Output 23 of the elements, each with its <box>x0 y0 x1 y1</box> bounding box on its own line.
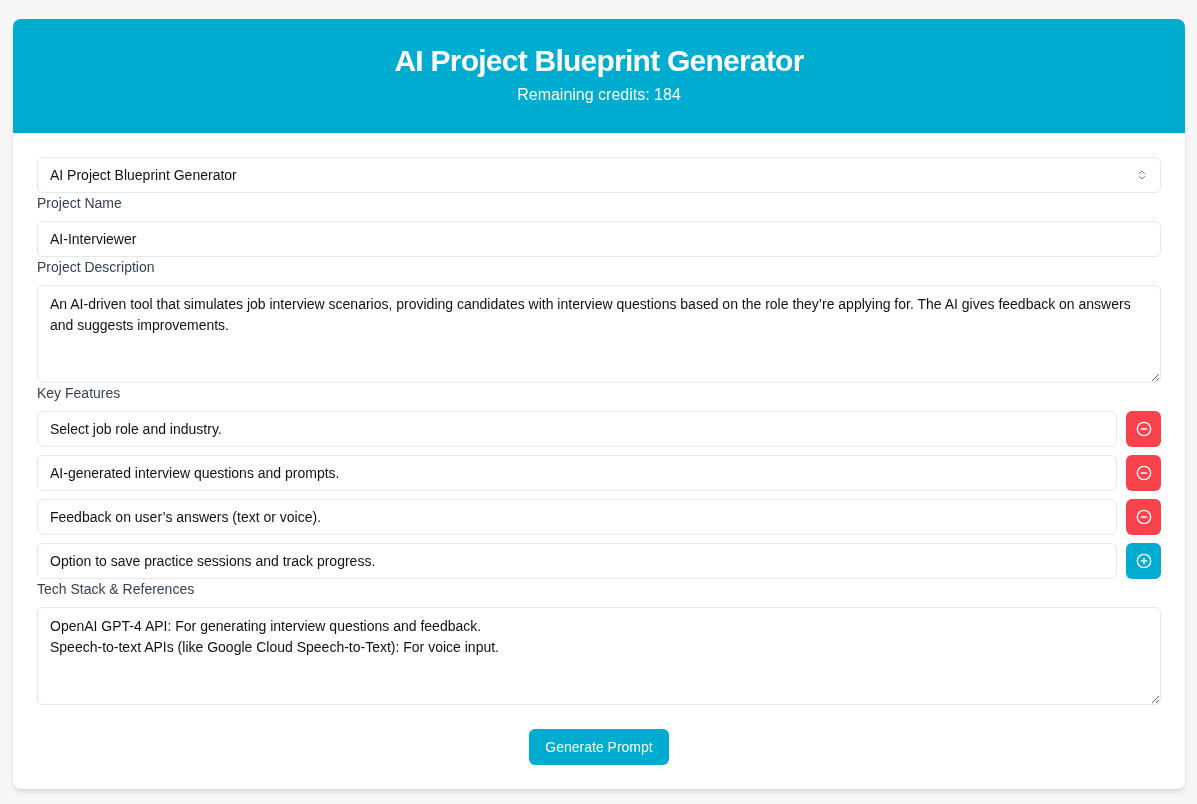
input-field[interactable]: Select job role and industry. <box>37 411 1117 447</box>
input-field[interactable]: Option to save practice sessions and track progress. <box>37 543 1117 579</box>
minus-circle-icon <box>1135 465 1152 481</box>
field-label: Key Features <box>37 385 122 401</box>
remove-button[interactable] <box>1126 455 1161 491</box>
minus-circle-icon <box>1135 509 1152 525</box>
chevron-updown-icon <box>1136 169 1148 181</box>
field-label: Tech Stack & References <box>37 581 196 597</box>
input-field[interactable]: AI-generated interview questions and prompts. <box>37 455 1117 491</box>
text-area[interactable]: OpenAI GPT-4 API: For generating interview questions and feedback. Speech-to-text APIs (like Google Cloud Speech-to-Text): For voice input. <box>37 607 1161 705</box>
input-field[interactable]: AI-Interviewer <box>37 221 1161 257</box>
text-area[interactable]: An AI-driven tool that simulates job interview scenarios, providing candidates with interview questions based on the role they’re applying for. The AI gives feedback on answers and suggests improvements. <box>37 285 1161 383</box>
minus-circle-icon <box>1135 421 1152 437</box>
credits-text: Remaining credits: 184 <box>517 85 681 105</box>
remove-button[interactable] <box>1126 499 1161 535</box>
remove-button[interactable] <box>1126 411 1161 447</box>
page-title: AI Project Blueprint Generator <box>394 43 804 79</box>
plus-circle-icon <box>1135 553 1152 569</box>
field-label: Project Description <box>37 259 156 275</box>
field-label: Project Name <box>37 195 123 211</box>
add-button[interactable] <box>1126 543 1161 579</box>
template-select[interactable]: AI Project Blueprint Generator <box>37 157 1161 193</box>
input-field[interactable]: Feedback on user’s answers (text or voice). <box>37 499 1117 535</box>
